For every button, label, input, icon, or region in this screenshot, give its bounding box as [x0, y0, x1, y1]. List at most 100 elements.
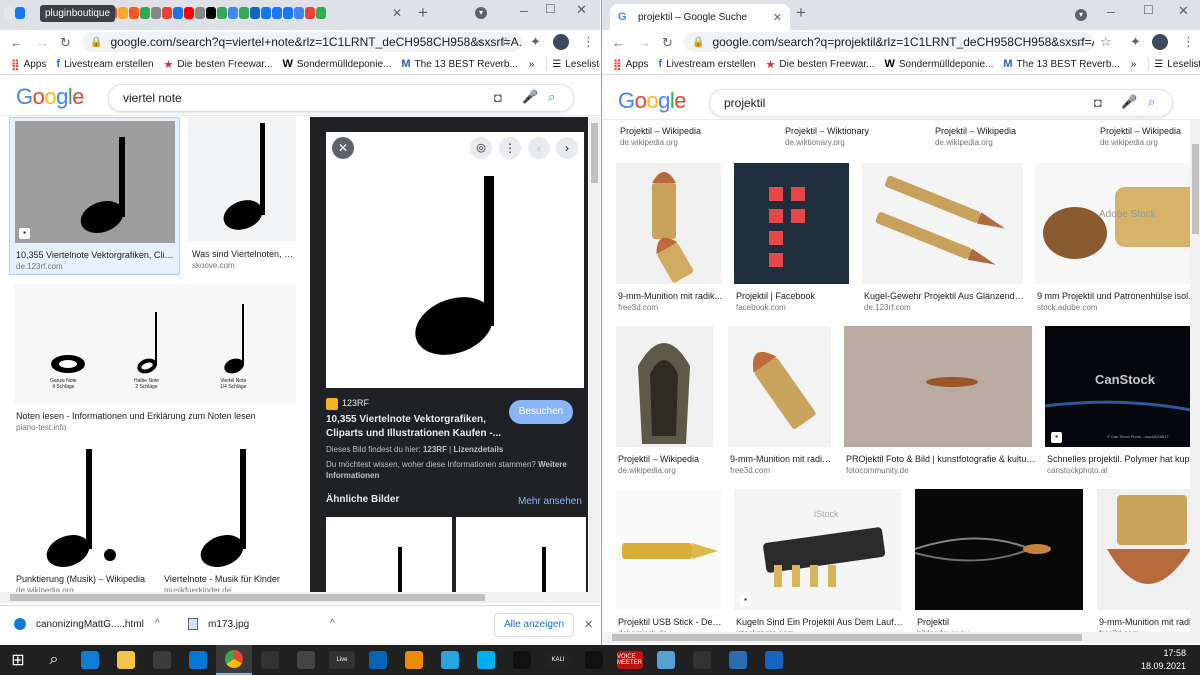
- microphone-icon[interactable]: 🎤: [522, 89, 538, 105]
- menu-icon[interactable]: ⋮: [1182, 35, 1195, 48]
- download-item[interactable]: m173.jpg: [188, 618, 249, 630]
- image-result[interactable]: Was sind Viertelnoten, hal... skoove.com: [188, 117, 298, 275]
- result-title[interactable]: Projektil: [917, 617, 1085, 627]
- image-result[interactable]: Projektil – Wiktionary de.wiktionary.org: [783, 126, 923, 152]
- bookmark-item[interactable]: ★ Die besten Freewar...: [159, 58, 278, 71]
- similar-image[interactable]: [456, 517, 586, 592]
- preview-site[interactable]: 123RF: [342, 398, 369, 408]
- bookmark-item[interactable]: ★ Die besten Freewar...: [761, 58, 880, 71]
- bookmark-item[interactable]: W Sondermülldeponie...: [879, 58, 998, 70]
- close-window-icon[interactable]: ✕: [576, 2, 587, 18]
- search-input[interactable]: projektil: [709, 89, 1173, 117]
- pinned-tab-favicon-icon[interactable]: [239, 7, 249, 19]
- more-similar-link[interactable]: Mehr ansehen: [518, 496, 582, 507]
- image-result[interactable]: Projektil – Wikipedia de.wikipedia.org: [1098, 126, 1190, 152]
- maximize-icon[interactable]: ☐: [1143, 3, 1154, 17]
- pinned-tab-favicon-icon[interactable]: [4, 7, 14, 19]
- taskbar-button[interactable]: [288, 645, 324, 675]
- bookmark-item[interactable]: W Sondermülldeponie...: [277, 58, 396, 70]
- pinned-tab-favicon-icon[interactable]: [250, 7, 260, 19]
- pinned-tab-favicon-icon[interactable]: [118, 7, 128, 19]
- taskbar-button[interactable]: [432, 645, 468, 675]
- pinned-tab-favicon-icon[interactable]: [151, 7, 161, 19]
- result-title[interactable]: Kugel-Gewehr Projektil Aus Glänzendem...: [864, 291, 1026, 301]
- preview-title[interactable]: 10,355 Viertelnote Vektorgrafiken, Clipa…: [326, 413, 506, 441]
- menu-icon[interactable]: ⋮: [582, 35, 595, 48]
- taskbar-button[interactable]: ⌕: [36, 645, 72, 675]
- license-details-link[interactable]: Lizenzdetails: [453, 445, 503, 454]
- reading-list-button[interactable]: ☰Leseliste: [546, 58, 600, 70]
- result-title[interactable]: Projektil – Wikipedia: [620, 126, 770, 136]
- google-logo[interactable]: Google: [16, 84, 85, 110]
- pinned-tab-favicon-icon[interactable]: [162, 7, 172, 19]
- image-result[interactable]: Kugel-Gewehr Projektil Aus Glänzendem...…: [862, 163, 1026, 315]
- taskbar-button[interactable]: [252, 645, 288, 675]
- horizontal-scrollbar[interactable]: [602, 632, 1200, 643]
- close-window-icon[interactable]: ✕: [1178, 3, 1189, 19]
- visit-button[interactable]: Besuchen: [509, 400, 573, 424]
- taskbar-button[interactable]: [360, 645, 396, 675]
- image-result[interactable]: 9-mm-Munition mit radik... free3d.com: [616, 163, 722, 315]
- extensions-icon[interactable]: ✦: [1130, 35, 1141, 48]
- download-item[interactable]: canonizingMattG.....html: [14, 618, 144, 630]
- pinned-tab-favicon-icon[interactable]: [305, 7, 315, 19]
- more-options-icon[interactable]: ⋮: [499, 137, 521, 159]
- bookmark-star-icon[interactable]: ☆: [1100, 35, 1112, 48]
- pinned-tab-favicon-icon[interactable]: [206, 7, 216, 19]
- taskbar-button[interactable]: [468, 645, 504, 675]
- back-icon[interactable]: ←: [10, 36, 23, 49]
- result-title[interactable]: Projektil – Wikipedia: [618, 454, 718, 464]
- address-bar[interactable]: 🔒 google.com/search?q=projektil&rlz=1C1L…: [684, 32, 1094, 52]
- pinned-tab-favicon-icon[interactable]: [173, 7, 183, 19]
- bookmark-item[interactable]: ⣿ Apps: [608, 58, 653, 71]
- image-result[interactable]: 9-mm-Munition mit radik... free3d.com: [1097, 489, 1200, 639]
- pinned-tab-favicon-icon[interactable]: [294, 7, 304, 19]
- license-site-link[interactable]: 123RF: [423, 445, 447, 454]
- system-clock[interactable]: 17:58 18.09.2021: [1141, 647, 1186, 673]
- result-title[interactable]: Punktierung (Musik) – Wikipedia: [16, 574, 150, 584]
- taskbar-button[interactable]: [684, 645, 720, 675]
- minimize-icon[interactable]: –: [520, 2, 528, 18]
- pinned-tab-favicon-icon[interactable]: [15, 7, 25, 19]
- image-result[interactable]: Projektil – Wikipedia de.wikipedia.org: [618, 126, 768, 152]
- pinned-tab-favicon-icon[interactable]: [316, 7, 326, 19]
- image-result[interactable]: Viertelnote - Musik für Kinder musikfuer…: [162, 447, 298, 595]
- taskbar-button[interactable]: [216, 645, 252, 675]
- camera-icon[interactable]: ◘: [1094, 95, 1102, 110]
- similar-image[interactable]: [326, 517, 452, 592]
- image-result[interactable]: Projektil bilder.4ever.eu: [915, 489, 1085, 639]
- bookmark-item[interactable]: M The 13 BEST Reverb...: [396, 58, 522, 70]
- result-title[interactable]: PROjektil Foto & Bild | kunstfotografie …: [846, 454, 1036, 464]
- pinned-tab-favicon-icon[interactable]: [217, 7, 227, 19]
- result-title[interactable]: 9-mm-Munition mit radik...: [618, 291, 724, 301]
- result-title[interactable]: 9-mm-Munition mit radik...: [730, 454, 834, 464]
- bookmark-star-icon[interactable]: ☆: [500, 35, 512, 48]
- taskbar-button[interactable]: [720, 645, 756, 675]
- tab-search-icon[interactable]: ▾: [1075, 9, 1087, 21]
- forward-icon[interactable]: →: [638, 36, 651, 49]
- preview-image[interactable]: [326, 132, 584, 388]
- result-title[interactable]: Kugeln Sind Ein Projektil Aus Dem Lauf E…: [736, 617, 904, 627]
- result-title[interactable]: 9-mm-Munition mit radik...: [1099, 617, 1200, 627]
- image-result[interactable]: Projektil – Wikipedia de.wikipedia.org: [616, 326, 716, 478]
- close-tab-icon[interactable]: ✕: [392, 6, 402, 20]
- taskbar-button[interactable]: [72, 645, 108, 675]
- camera-icon[interactable]: ◘: [494, 90, 502, 105]
- reload-icon[interactable]: ↻: [662, 36, 673, 49]
- result-title[interactable]: Projektil – Wikipedia: [935, 126, 1085, 136]
- taskbar-button[interactable]: [180, 645, 216, 675]
- close-tab-icon[interactable]: ✕: [773, 11, 782, 24]
- reload-icon[interactable]: ↻: [60, 36, 71, 49]
- search-input[interactable]: viertel note: [108, 84, 574, 112]
- pinned-tab-favicon-icon[interactable]: [228, 7, 238, 19]
- bookmarks-overflow-button[interactable]: »: [529, 59, 535, 70]
- taskbar-button[interactable]: [396, 645, 432, 675]
- taskbar-button[interactable]: [144, 645, 180, 675]
- taskbar-button[interactable]: [648, 645, 684, 675]
- close-shelf-icon[interactable]: ✕: [584, 618, 593, 631]
- lens-icon[interactable]: ◎: [470, 137, 492, 159]
- back-icon[interactable]: ←: [612, 36, 625, 49]
- result-title[interactable]: 9 mm Projektil und Patronenhülse isolier…: [1037, 291, 1199, 301]
- image-result[interactable]: Adobe Stock 9 mm Projektil und Patronenh…: [1035, 163, 1200, 315]
- pinned-tab-favicon-icon[interactable]: [261, 7, 271, 19]
